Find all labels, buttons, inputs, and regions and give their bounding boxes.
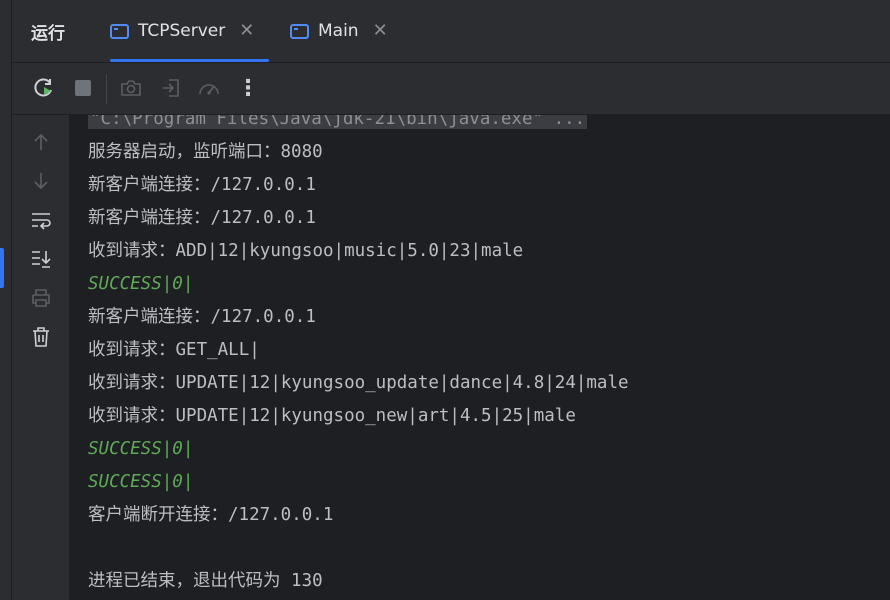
attach-button[interactable] [158,75,184,101]
rerun-button[interactable] [31,75,57,101]
tool-window-title: 运行 [31,24,65,44]
soft-wrap-icon [32,213,51,230]
print-icon [32,289,50,307]
left-edge-strip [0,0,12,600]
arrow-down-icon [34,173,48,190]
toolbar-separator [106,74,107,104]
tab-label: TCPServer [138,21,226,41]
stop-button[interactable] [70,75,96,101]
console-line: SUCCESS|0| [88,274,194,294]
clear-all-button[interactable] [28,324,54,350]
console-line: 新客户端连接：/127.0.0.1 [88,307,316,327]
arrow-up-icon [34,133,48,150]
stop-icon [75,80,91,96]
console-line: 新客户端连接：/127.0.0.1 [88,208,316,228]
console-line: 收到请求：ADD|12|kyungsoo|music|5.0|23|male [88,241,524,261]
performance-icon [199,84,219,95]
scroll-to-end-button[interactable] [28,246,54,272]
console-line: 收到请求：GET_ALL| [88,340,260,360]
scroll-to-end-icon [32,251,51,268]
tab-main[interactable]: Main ✕ [290,0,388,62]
console-line: 收到请求：UPDATE|12|kyungsoo_update|dance|4.8… [88,373,629,393]
print-button[interactable] [28,285,54,311]
tab-label: Main [318,21,359,41]
dump-threads-button[interactable] [118,75,144,101]
profiler-button[interactable] [196,75,222,101]
application-window-icon [290,23,309,39]
attach-icon [163,79,179,97]
console-lines: "C:\Program Files\Java\jdk-21\bin\java.e… [88,115,890,598]
console-output[interactable]: "C:\Program Files\Java\jdk-21\bin\java.e… [70,115,890,600]
rerun-icon [34,78,52,97]
console-line: 进程已结束，退出代码为 130 [88,571,323,591]
soft-wrap-button[interactable] [28,207,54,233]
console-line: SUCCESS|0| [88,472,194,492]
console-line: 客户端断开连接：/127.0.0.1 [88,505,334,525]
console-line: SUCCESS|0| [88,439,194,459]
camera-icon [121,80,141,96]
close-icon[interactable]: ✕ [373,22,388,40]
console-command-line: "C:\Program Files\Java\jdk-21\bin\java.e… [88,115,890,136]
next-occurrence-button[interactable] [28,168,54,194]
close-icon[interactable]: ✕ [239,22,254,40]
console-line-text: "C:\Program Files\Java\jdk-21\bin\java.e… [88,115,588,129]
run-toolbar: ⋮ [12,63,890,115]
run-tool-window-header: 运行 TCPServer ✕ Main ✕ [12,0,890,63]
application-window-icon [110,23,129,39]
console-sidebar [12,115,69,600]
console-line: 收到请求：UPDATE|12|kyungsoo_new|art|4.5|25|m… [88,406,576,426]
previous-occurrence-button[interactable] [28,129,54,155]
active-indicator [0,248,4,288]
tab-tcpserver[interactable]: TCPServer ✕ [110,0,269,62]
console-line: 服务器启动，监听端口：8080 [88,142,323,162]
console-line: 新客户端连接：/127.0.0.1 [88,175,316,195]
more-icon[interactable]: ⋮ [235,75,261,101]
trash-icon [33,327,49,347]
